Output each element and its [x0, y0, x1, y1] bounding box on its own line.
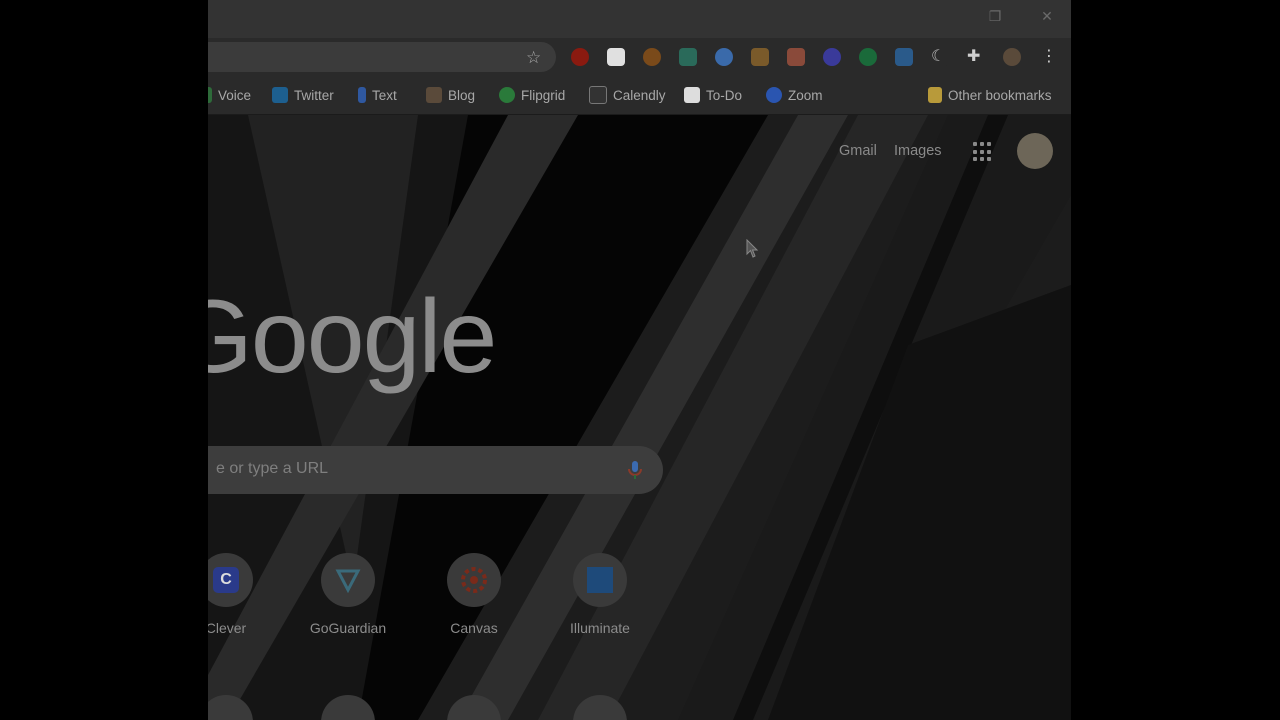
canvas-icon	[447, 553, 501, 607]
bookmark-todo[interactable]: To-Do	[684, 76, 742, 114]
clever-icon: C	[208, 553, 253, 607]
browser-toolbar: ☆ ☾ ✚ ⋮	[208, 38, 1071, 76]
bookmark-twitter[interactable]: Twitter	[272, 76, 334, 114]
close-icon[interactable]: ✕	[1036, 8, 1058, 24]
bookmark-label: To-Do	[706, 87, 743, 103]
search-placeholder: e or type a URL	[216, 460, 329, 477]
microphone-icon[interactable]	[623, 458, 647, 482]
zoom-icon	[766, 87, 782, 103]
gmail-link[interactable]: Gmail	[839, 143, 877, 159]
title-bar: ❐ ✕	[208, 0, 1071, 38]
bookmark-label: Zoom	[788, 87, 823, 103]
bookmarks-bar: Voice Twitter Text Blog Flipgrid Calendl…	[208, 76, 1071, 115]
screen-capture-icon[interactable]	[679, 48, 697, 66]
bookmark-label: Flipgrid	[521, 87, 566, 103]
google-logo: Google	[208, 279, 497, 395]
bookmark-text[interactable]: Text	[358, 76, 397, 114]
mouse-cursor-icon	[746, 239, 759, 258]
shortcut-goguardian[interactable]: GoGuardian	[294, 553, 404, 663]
shortcut-row2-4[interactable]	[546, 695, 656, 720]
qr-code-icon[interactable]	[607, 48, 625, 66]
heart-icon[interactable]	[715, 48, 733, 66]
bookmark-blog[interactable]: Blog	[426, 76, 475, 114]
ublock-icon[interactable]	[571, 48, 589, 66]
shortcut-label: Clever	[208, 620, 247, 636]
apps-grid-icon[interactable]	[973, 142, 993, 162]
restore-icon[interactable]: ❐	[984, 8, 1006, 24]
bookmark-zoom[interactable]: Zoom	[766, 76, 823, 114]
gear-icon[interactable]	[823, 48, 841, 66]
shortcut-illuminate[interactable]: Illuminate	[546, 553, 656, 663]
shortcut-row2-1[interactable]	[208, 695, 282, 720]
bookmark-label: Blog	[448, 87, 476, 103]
shortcut-canvas[interactable]: Canvas	[420, 553, 530, 663]
search-box[interactable]: e or type a URL	[208, 446, 663, 494]
b-icon[interactable]	[643, 48, 661, 66]
account-avatar[interactable]	[1017, 133, 1053, 169]
calendar-icon[interactable]	[895, 48, 913, 66]
illuminate-icon	[573, 553, 627, 607]
text-icon	[358, 87, 366, 103]
bookmark-flipgrid[interactable]: Flipgrid	[499, 76, 565, 114]
todo-icon	[684, 87, 700, 103]
shortcut-row2-3[interactable]	[420, 695, 530, 720]
blog-icon	[426, 87, 442, 103]
bookmark-label: Twitter	[294, 87, 334, 103]
new-tab-page: Gmail Images Google e or type a URL C Cl…	[208, 115, 1071, 720]
voice-icon	[208, 87, 212, 103]
shortcut-row2-2[interactable]	[294, 695, 404, 720]
bookmark-label: Text	[372, 87, 397, 103]
shortcut-label: Canvas	[450, 620, 498, 636]
bookmark-calendly[interactable]: Calendly	[589, 76, 666, 114]
bookmark-label: Calendly	[613, 87, 666, 103]
address-bar[interactable]: ☆	[208, 42, 556, 72]
profile-icon[interactable]	[1003, 48, 1021, 66]
twitter-icon	[272, 87, 288, 103]
flipgrid-icon	[499, 87, 515, 103]
calendly-icon	[589, 86, 607, 104]
other-bookmarks[interactable]: Other bookmarks	[928, 76, 1052, 114]
shortcut-label: Illuminate	[570, 620, 630, 636]
shortcut-clever[interactable]: C Clever	[208, 553, 282, 663]
images-link[interactable]: Images	[894, 143, 942, 159]
share-icon[interactable]	[787, 48, 805, 66]
bookmark-voice[interactable]: Voice	[208, 76, 251, 114]
chat-icon[interactable]	[859, 48, 877, 66]
star-icon[interactable]: ☆	[526, 48, 541, 68]
other-bookmarks-label: Other bookmarks	[948, 87, 1052, 103]
shortcut-label: GoGuardian	[309, 620, 387, 636]
bookmark-label: Voice	[218, 87, 252, 103]
browser-window: ❐ ✕ ☆ ☾ ✚ ⋮ Voice Twitter Text Blog Flip…	[208, 0, 1071, 720]
party-icon[interactable]	[751, 48, 769, 66]
puzzle-icon[interactable]: ✚	[967, 48, 985, 66]
folder-icon	[928, 87, 942, 103]
more-icon[interactable]: ⋮	[1040, 48, 1058, 66]
moon-icon[interactable]: ☾	[931, 48, 949, 66]
shield-icon	[321, 553, 375, 607]
